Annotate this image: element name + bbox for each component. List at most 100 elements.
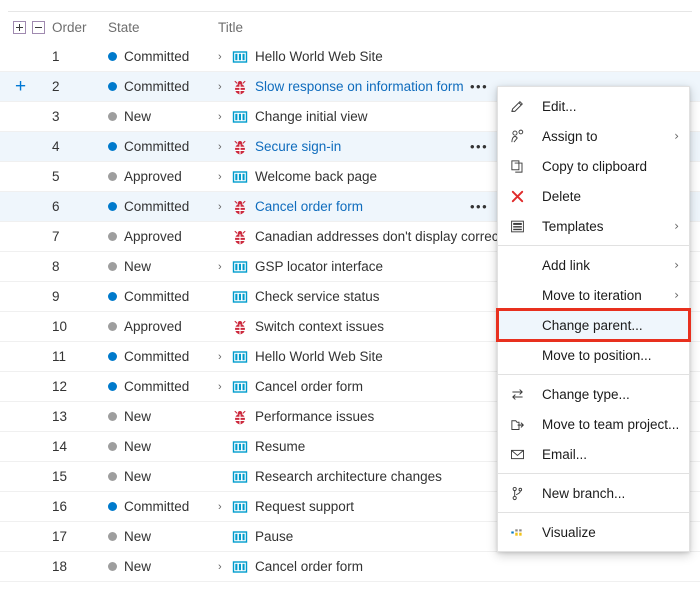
visualize-icon xyxy=(510,524,530,540)
work-item-title[interactable]: Cancel order form xyxy=(255,199,363,214)
work-item-title[interactable]: Cancel order form xyxy=(255,559,363,574)
menu-item-label: Templates xyxy=(542,218,604,234)
menu-item-new-branch[interactable]: New branch... xyxy=(498,478,689,508)
expand-chevron-icon[interactable]: › xyxy=(218,111,232,123)
menu-item-assign-to[interactable]: Assign to › xyxy=(498,121,689,151)
add-child-icon[interactable]: + xyxy=(15,77,26,96)
pencil-icon xyxy=(510,98,530,114)
expand-chevron-icon[interactable]: › xyxy=(218,81,232,93)
expand-chevron-icon[interactable]: › xyxy=(218,201,232,213)
table-row[interactable]: 18 New › Cancel order form xyxy=(0,552,700,582)
menu-item-delete[interactable]: Delete xyxy=(498,181,689,211)
menu-item-email[interactable]: Email... xyxy=(498,439,689,469)
work-item-title[interactable]: Welcome back page xyxy=(255,169,377,184)
menu-item-change-type[interactable]: Change type... xyxy=(498,379,689,409)
work-item-title[interactable]: Switch context issues xyxy=(255,319,384,334)
cell-state: Approved xyxy=(108,319,213,334)
state-label: New xyxy=(124,469,152,484)
submenu-chevron-icon: › xyxy=(674,219,679,233)
state-label: Approved xyxy=(124,229,182,244)
menu-item-move-to-position[interactable]: Move to position... xyxy=(498,340,689,370)
submenu-chevron-icon: › xyxy=(674,288,679,302)
cell-order: 5 xyxy=(52,169,60,184)
state-dot-icon xyxy=(108,52,117,61)
cell-state: Approved xyxy=(108,169,213,184)
work-item-title[interactable]: Hello World Web Site xyxy=(255,349,383,364)
cell-state: New xyxy=(108,409,213,424)
row-context-menu-button[interactable]: ••• xyxy=(470,140,488,153)
cell-state: Committed xyxy=(108,349,213,364)
work-item-title[interactable]: Hello World Web Site xyxy=(255,49,383,64)
cell-order: 15 xyxy=(52,469,68,484)
menu-item-move-to-iteration[interactable]: Move to iteration › xyxy=(498,280,689,310)
expand-chevron-icon[interactable]: › xyxy=(218,501,232,513)
state-label: Committed xyxy=(124,79,190,94)
state-dot-icon xyxy=(108,292,117,301)
column-header-order[interactable]: Order xyxy=(52,20,108,35)
cell-order: 17 xyxy=(52,529,68,544)
menu-item-move-to-team-project[interactable]: Move to team project... xyxy=(498,409,689,439)
submenu-chevron-icon: › xyxy=(674,129,679,143)
state-dot-icon xyxy=(108,502,117,511)
work-item-title[interactable]: Resume xyxy=(255,439,305,454)
bug-icon xyxy=(232,409,248,425)
work-item-title[interactable]: GSP locator interface xyxy=(255,259,383,274)
menu-separator xyxy=(498,374,689,375)
work-item-title[interactable]: Change initial view xyxy=(255,109,368,124)
work-item-title[interactable]: Research architecture changes xyxy=(255,469,442,484)
expand-chevron-icon[interactable]: › xyxy=(218,351,232,363)
cell-order: 4 xyxy=(52,139,60,154)
menu-item-label: Move to iteration xyxy=(542,287,642,303)
expand-chevron-icon[interactable]: › xyxy=(218,141,232,153)
work-item-title[interactable]: Slow response on information form xyxy=(255,79,464,94)
expand-chevron-icon[interactable]: › xyxy=(218,51,232,63)
person-assign-icon xyxy=(510,128,530,144)
expand-chevron-icon[interactable]: › xyxy=(218,171,232,183)
menu-item-label: Visualize xyxy=(542,524,596,540)
menu-item-add-link[interactable]: Add link › xyxy=(498,250,689,280)
cell-state: New xyxy=(108,259,213,274)
work-item-title[interactable]: Pause xyxy=(255,529,293,544)
collapse-all-icon[interactable] xyxy=(32,20,45,34)
state-dot-icon xyxy=(108,172,117,181)
row-context-menu-button[interactable]: ••• xyxy=(470,200,488,213)
state-label: Committed xyxy=(124,499,190,514)
work-item-title[interactable]: Cancel order form xyxy=(255,379,363,394)
cell-state: Committed xyxy=(108,139,213,154)
bug-icon xyxy=(232,229,248,245)
cell-state: New xyxy=(108,529,213,544)
cell-state: New xyxy=(108,439,213,454)
state-label: Committed xyxy=(124,139,190,154)
work-item-title[interactable]: Secure sign-in xyxy=(255,139,341,154)
column-header-state[interactable]: State xyxy=(108,20,213,35)
row-context-menu-button[interactable]: ••• xyxy=(470,80,488,93)
context-menu[interactable]: Edit... Assign to › Copy to clipboard Delete… xyxy=(496,86,691,552)
expand-chevron-icon[interactable]: › xyxy=(218,561,232,573)
menu-item-templates[interactable]: Templates › xyxy=(498,211,689,241)
cell-order: 3 xyxy=(52,109,60,124)
cell-order: 11 xyxy=(52,349,67,364)
menu-item-edit[interactable]: Edit... xyxy=(498,91,689,121)
table-row[interactable]: 1 Committed › Hello World Web Site xyxy=(0,42,700,72)
menu-item-label: Move to team project... xyxy=(542,416,680,432)
menu-item-copy-to-clipboard[interactable]: Copy to clipboard xyxy=(498,151,689,181)
state-label: New xyxy=(124,409,152,424)
work-item-title[interactable]: Canadian addresses don't display correct… xyxy=(255,229,512,244)
grid-header-row: Order State Title xyxy=(0,12,700,42)
expand-chevron-icon[interactable]: › xyxy=(218,381,232,393)
expand-all-icon[interactable] xyxy=(13,20,26,34)
work-item-title[interactable]: Performance issues xyxy=(255,409,374,424)
state-dot-icon xyxy=(108,472,117,481)
state-label: New xyxy=(124,259,152,274)
work-item-title[interactable]: Request support xyxy=(255,499,354,514)
expand-chevron-icon[interactable]: › xyxy=(218,261,232,273)
state-label: Committed xyxy=(124,379,190,394)
cell-state: Committed xyxy=(108,379,213,394)
work-item-title[interactable]: Check service status xyxy=(255,289,380,304)
state-label: Committed xyxy=(124,289,190,304)
menu-item-visualize[interactable]: Visualize xyxy=(498,517,689,547)
menu-item-change-parent[interactable]: Change parent... xyxy=(496,308,691,342)
state-label: Committed xyxy=(124,199,190,214)
menu-item-label: Copy to clipboard xyxy=(542,158,648,174)
column-header-title[interactable]: Title xyxy=(213,20,700,35)
